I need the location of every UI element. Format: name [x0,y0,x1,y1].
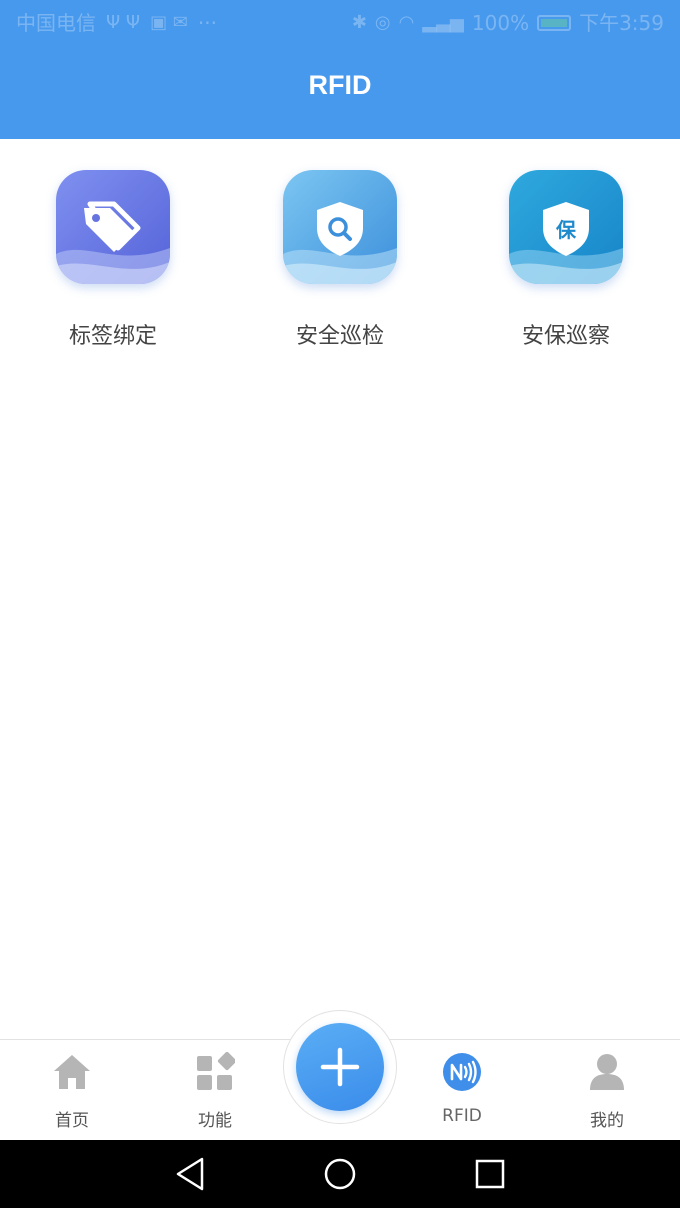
app-header: 中国电信 Ψ Ψ ▣ ✉ ··· ✱ ◎ ◠ ▂▃▅ 100% 下午3:59 R… [0,0,680,139]
grid-icon [195,1051,237,1092]
signal-icon: ▂▃▅ [422,12,464,33]
nav-item-mine[interactable]: 我的 [547,1040,667,1141]
add-button[interactable] [296,1023,384,1111]
user-icon [587,1052,627,1092]
bluetooth-icon: ✱ [351,12,367,33]
tag-icon [56,170,170,284]
tag-binding-label: 标签绑定 [68,324,157,349]
nav-label-mine: 我的 [590,1111,624,1131]
security-inspection-app[interactable]: 安全巡检 [260,168,420,358]
notification-icon: ▣ ✉ [150,12,188,33]
nfc-icon [442,1052,482,1092]
carrier-label: 中国电信 [16,11,96,35]
security-inspection-label: 安全巡检 [295,324,384,349]
page-title: RFID [308,70,372,100]
status-bar: 中国电信 Ψ Ψ ▣ ✉ ··· ✱ ◎ ◠ ▂▃▅ 100% 下午3:59 [0,0,680,46]
tag-binding-app[interactable]: 标签绑定 [33,168,193,358]
nav-item-home[interactable]: 首页 [12,1040,132,1141]
security-patrol-label: 安保巡察 [521,324,610,349]
home-icon [52,1052,92,1092]
shield-bao-icon: 保 [509,170,623,284]
home-circle-icon[interactable] [320,1154,360,1194]
alarm-icon: ◎ [374,12,391,33]
rfid-app-grid: 标签绑定 安全巡检 保 安保巡察 [0,168,680,368]
nav-label-functions: 功能 [198,1111,232,1131]
battery-percent: 100% [471,11,530,35]
system-nav-bar [0,1140,680,1208]
nav-label-home: 首页 [55,1111,89,1131]
usb-icon: Ψ Ψ [106,12,141,33]
recents-icon[interactable] [470,1154,510,1194]
plus-icon [320,1047,360,1087]
nav-item-rfid[interactable]: RFID [402,1040,522,1141]
battery-icon [537,15,572,31]
nav-label-rfid: RFID [442,1106,482,1126]
shield-bao-text: 保 [555,218,577,242]
shield-search-icon [283,170,397,284]
nav-item-functions[interactable]: 功能 [155,1040,275,1141]
security-patrol-app[interactable]: 保 安保巡察 [486,168,646,358]
more-notifications: ··· [197,11,217,35]
clock: 下午3:59 [579,11,664,35]
wifi-icon: ◠ [398,12,415,33]
back-icon[interactable] [170,1154,210,1194]
